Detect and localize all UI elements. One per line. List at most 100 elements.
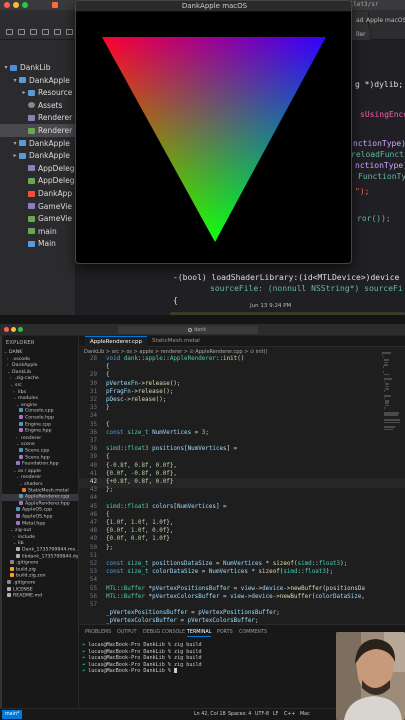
tree-file[interactable]: Metal.hpp: [2, 520, 78, 528]
chevron-down-icon[interactable]: ▾: [11, 140, 19, 147]
tab-debug-console[interactable]: DEBUG CONSOLE: [143, 630, 185, 635]
encoding[interactable]: UTF-8: [255, 709, 269, 720]
tab-terminal[interactable]: TERMINAL: [187, 630, 212, 637]
tree-folder[interactable]: › DankApple: [2, 362, 78, 369]
tab-apple-renderer-cpp[interactable]: AppleRenderer.cpp: [85, 336, 148, 347]
navigator-item[interactable]: GameVie: [0, 212, 75, 225]
cursor-position[interactable]: Ln 42, Col 18: [194, 709, 226, 720]
close-window-icon[interactable]: [4, 327, 9, 332]
navigator-item[interactable]: ▾ DankLib: [0, 61, 75, 74]
tree-folder[interactable]: ⌄ modules: [2, 395, 78, 402]
navigator-item[interactable]: Renderer: [0, 124, 75, 137]
dankapple-window[interactable]: DankApple macOS: [75, 0, 352, 264]
platform[interactable]: Mac: [300, 709, 310, 720]
tree-folder[interactable]: › include: [2, 534, 78, 541]
code-editor[interactable]: 28 void dank::apple::AppleRenderer::init(…: [79, 355, 405, 624]
tree-file[interactable]: StaticMesh.metal: [2, 487, 78, 495]
tab-static-mesh-metal[interactable]: StaticMesh.metal: [147, 336, 205, 347]
xcode-tab-2[interactable]: ller: [352, 29, 371, 40]
dankapple-title-bar[interactable]: DankApple macOS: [76, 1, 351, 12]
tree-folder[interactable]: ⌄ shaders: [2, 481, 78, 488]
tree-folder[interactable]: › .vscode: [2, 356, 78, 363]
tree-folder[interactable]: ⌄ engine: [2, 402, 78, 409]
tree-file[interactable]: Engine.cpp: [2, 421, 78, 429]
minimap-line: [384, 361, 389, 364]
sidebar-toggle-icon[interactable]: [6, 29, 13, 35]
tree-item-label: LICENSE: [13, 587, 33, 593]
tree-file[interactable]: AppleOS.hpp: [2, 514, 78, 521]
tree-file[interactable]: .gitignore: [2, 580, 78, 587]
tree-file[interactable]: README.md: [2, 593, 78, 600]
navigator-item[interactable]: ▾ DankApple: [0, 74, 75, 87]
tree-folder[interactable]: ⌄ renderer: [2, 474, 78, 481]
search-icon[interactable]: [42, 29, 49, 35]
navigator-item[interactable]: GameVie: [0, 200, 75, 213]
tree-folder[interactable]: › .zig-cache: [2, 375, 78, 382]
tab-comments[interactable]: COMMENTS: [239, 630, 267, 635]
navigator-item[interactable]: ▸ Resource: [0, 86, 75, 99]
indentation[interactable]: Spaces: 4: [228, 709, 251, 720]
zoom-window-icon[interactable]: [22, 2, 28, 8]
tree-folder[interactable]: ⌄ DANK: [2, 349, 78, 356]
tree-file[interactable]: Console.hpp: [2, 415, 78, 422]
tree-file[interactable]: AppleRenderer.cpp: [2, 494, 78, 501]
assets-icon: [28, 102, 35, 109]
tree-file[interactable]: Scene.hpp: [2, 454, 78, 462]
minimize-window-icon[interactable]: [13, 2, 19, 8]
chevron-right-icon[interactable]: ▸: [20, 89, 28, 96]
minimize-window-icon[interactable]: [11, 327, 16, 332]
tab-output[interactable]: OUTPUT: [117, 630, 137, 635]
tree-file[interactable]: build.zig.zon: [2, 573, 78, 580]
tree-folder[interactable]: ⌄ os / apple: [2, 468, 78, 475]
tree-folder[interactable]: ⌄ lib: [2, 540, 78, 547]
tree-folder[interactable]: ⌄ zig-out: [2, 527, 78, 534]
tree-file[interactable]: LICENSE: [2, 586, 78, 594]
tree-file[interactable]: .gitignore: [2, 560, 78, 567]
navigator-item[interactable]: Main: [0, 237, 75, 250]
tree-file[interactable]: AppleRenderer.hpp: [2, 500, 78, 508]
tree-file[interactable]: Dank_1735799844.mo...: [2, 547, 78, 554]
tree-file[interactable]: Engine.hpp: [2, 428, 78, 435]
navigator-item[interactable]: main: [0, 225, 75, 238]
minimap-line: [384, 395, 392, 397]
navigator-item[interactable]: ▸ DankApple: [0, 149, 75, 162]
navigator-item[interactable]: AppDeleg: [0, 162, 75, 175]
branch-indicator[interactable]: main*: [2, 710, 23, 719]
close-window-icon[interactable]: [4, 2, 10, 8]
minimap[interactable]: [382, 349, 400, 619]
tab-ports[interactable]: PORTS: [217, 630, 233, 635]
tree-file[interactable]: libdank_1735799844.dy...: [2, 553, 78, 561]
tree-folder[interactable]: ⌄ scene: [2, 441, 78, 448]
command-center-search[interactable]: dank: [118, 326, 258, 334]
xcode-tab-3[interactable]: Apple macOS: [362, 12, 405, 30]
tree-folder[interactable]: › libs: [2, 389, 78, 396]
tree-folder[interactable]: ⌄ src: [2, 382, 78, 389]
source-control-icon[interactable]: [30, 29, 37, 35]
tree-folder[interactable]: › renderer: [2, 435, 78, 442]
tree-file[interactable]: Console.cpp: [2, 408, 78, 415]
navigator-item[interactable]: Assets: [0, 99, 75, 112]
test-icon[interactable]: [66, 29, 73, 35]
chevron-down-icon[interactable]: ▾: [2, 64, 10, 71]
folder-icon[interactable]: [18, 29, 25, 35]
render-viewport[interactable]: [76, 12, 352, 264]
navigator-item[interactable]: ▾ DankApple: [0, 137, 75, 150]
line-ending[interactable]: LF: [273, 709, 278, 720]
tree-folder[interactable]: ⌄ DankLib: [2, 369, 78, 376]
navigator-item[interactable]: Renderer: [0, 111, 75, 124]
navigator-item[interactable]: DankApp: [0, 187, 75, 200]
tree-file[interactable]: Foundation.hpp: [2, 461, 78, 468]
tree-file[interactable]: Scene.cpp: [2, 448, 78, 455]
screen-divider: [0, 315, 405, 324]
chevron-right-icon[interactable]: ▸: [11, 152, 19, 159]
zoom-window-icon[interactable]: [18, 327, 23, 332]
navigator-item[interactable]: AppDeleg: [0, 174, 75, 187]
tree-file[interactable]: build.zig: [2, 566, 78, 574]
info-file-icon: [7, 586, 11, 591]
chevron-down-icon[interactable]: ▾: [11, 77, 19, 84]
language-mode[interactable]: C++: [284, 709, 295, 720]
tab-problems[interactable]: PROBLEMS: [85, 630, 111, 635]
warning-icon[interactable]: [54, 29, 61, 35]
terminal-line: ➜ lucas@MacBook-Pro DankLib % zig build: [82, 642, 202, 648]
tree-file[interactable]: AppleOS.cpp: [2, 507, 78, 514]
